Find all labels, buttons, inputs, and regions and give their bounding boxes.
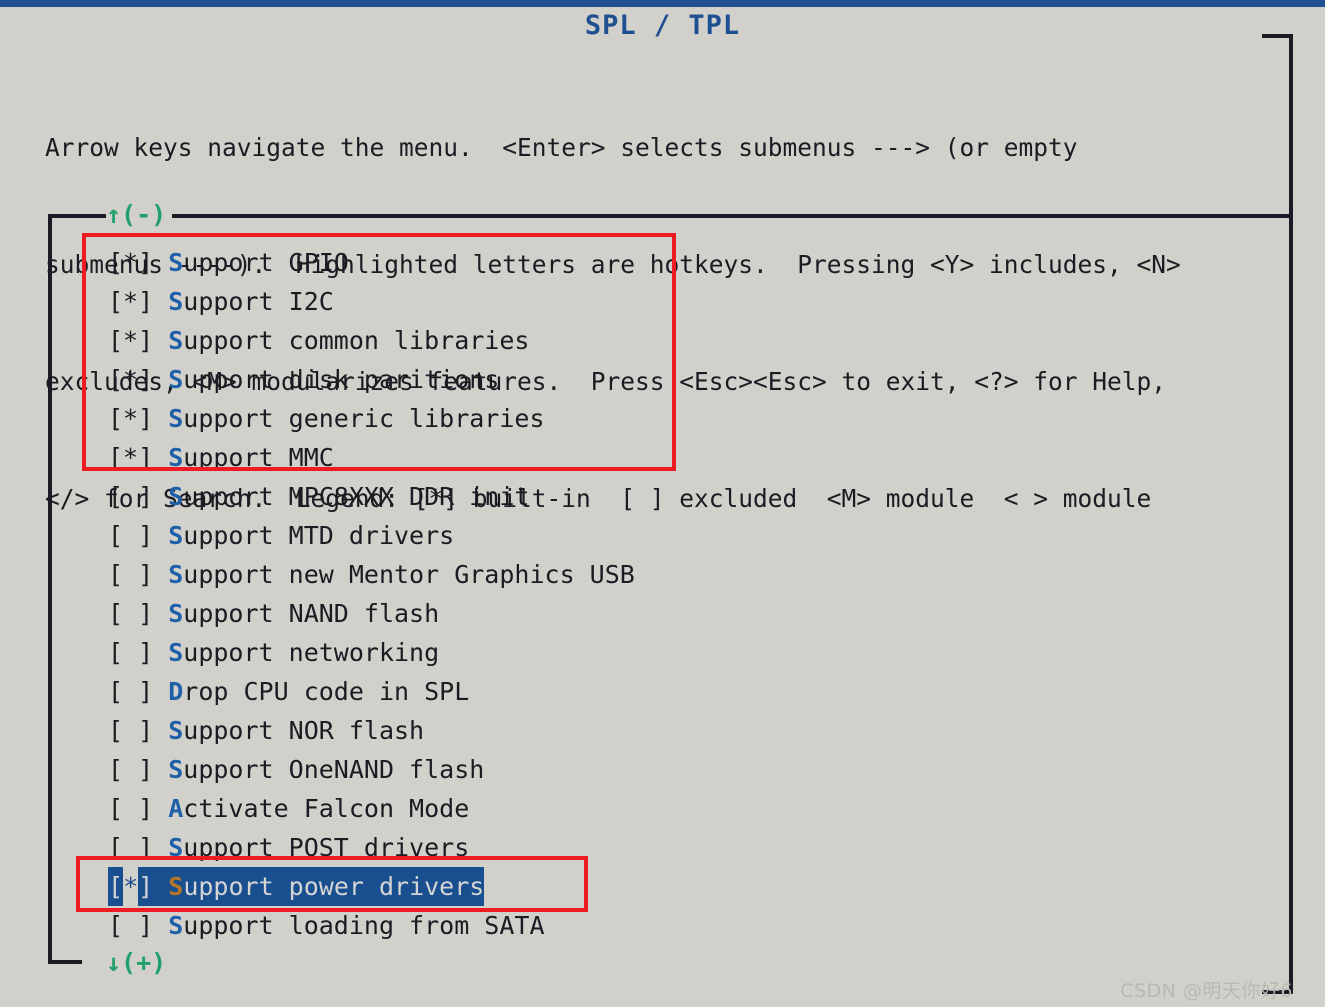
dialog-frame-right-top — [1262, 34, 1293, 38]
checkbox-mark[interactable]: [ ] — [108, 482, 168, 511]
hotkey-letter: S — [168, 482, 184, 511]
menu-item-label: upport networking — [183, 638, 440, 667]
menu-item-row[interactable]: [ ] Support POST drivers — [108, 828, 1258, 867]
checkbox-mark[interactable]: [*] — [108, 365, 168, 394]
checkbox-mark[interactable]: [ ] — [108, 911, 168, 940]
menu-item-label: upport loading from SATA — [183, 911, 545, 940]
menu-item-row[interactable]: [*] Support disk paritions — [108, 360, 1258, 399]
menu-item-label: upport OneNAND flash — [183, 755, 485, 784]
menu-item-row[interactable]: [*] Support GPIO — [108, 243, 1258, 282]
hotkey-letter: S — [168, 867, 184, 906]
checkbox-mark[interactable]: [*] — [108, 287, 168, 316]
hotkey-letter: S — [168, 560, 184, 589]
menu-item-label: upport disk paritions — [183, 365, 500, 394]
page-title: SPL / TPL — [584, 10, 741, 41]
checkbox-mark[interactable]: [ ] — [108, 716, 168, 745]
hotkey-letter: S — [168, 755, 184, 784]
menu-item-row[interactable]: [ ] Support MPC8XXX DDR init — [108, 477, 1258, 516]
menu-frame-left — [48, 214, 52, 964]
hotkey-letter: S — [168, 716, 184, 745]
dialog-frame-right — [1289, 34, 1293, 994]
checkbox-mark: ] — [138, 867, 154, 906]
checkbox-mark[interactable]: [ ] — [108, 638, 168, 667]
menu-item-label: rop CPU code in SPL — [183, 677, 470, 706]
checkbox-mark[interactable]: [*] — [108, 404, 168, 433]
checkbox-mark[interactable]: [ ] — [108, 599, 168, 628]
checkbox-mark[interactable]: [ ] — [108, 521, 168, 550]
menu-item-label: upport NOR flash — [183, 716, 425, 745]
menu-item-label: upport power drivers — [183, 867, 485, 906]
menu-item-row[interactable]: [*] Support power drivers — [108, 867, 1258, 906]
menu-item-row[interactable]: [*] Support common libraries — [108, 321, 1258, 360]
csdn-watermark: CSDN @明天你好6 — [1120, 980, 1293, 1002]
menu-item-row[interactable]: [ ] Support networking — [108, 633, 1258, 672]
menu-item-row[interactable]: [ ] Activate Falcon Mode — [108, 789, 1258, 828]
checkbox-mark[interactable]: [*] — [108, 248, 168, 277]
hotkey-letter: D — [168, 677, 184, 706]
hotkey-letter: S — [168, 833, 184, 862]
hotkey-letter: S — [168, 287, 184, 316]
menu-item-row[interactable]: [*] Support generic libraries — [108, 399, 1258, 438]
menu-item-label: upport new Mentor Graphics USB — [183, 560, 635, 589]
menu-item-row[interactable]: [*] Support MMC — [108, 438, 1258, 477]
menu-item-row[interactable]: [ ] Support NOR flash — [108, 711, 1258, 750]
menu-list: [*] Support GPIO [*] Support I2C [*] Suppo… — [108, 243, 1258, 945]
checkbox-mark[interactable]: [*] — [108, 443, 168, 472]
scroll-up-indicator[interactable]: ↑(-) — [106, 200, 166, 230]
hotkey-letter: S — [168, 638, 184, 667]
menu-item-row[interactable]: [ ] Drop CPU code in SPL — [108, 672, 1258, 711]
help-line-1: Arrow keys navigate the menu. <Enter> se… — [45, 133, 1078, 162]
menu-item-row[interactable]: [ ] Support NAND flash — [108, 594, 1258, 633]
menu-item-label: upport I2C — [183, 287, 334, 316]
menu-item-row[interactable]: [ ] Support new Mentor Graphics USB — [108, 555, 1258, 594]
menu-item-row[interactable]: [*] Support I2C — [108, 282, 1258, 321]
menu-item-label: upport common libraries — [183, 326, 530, 355]
checkbox-mark[interactable]: [ ] — [108, 677, 168, 706]
menu-frame-top — [48, 214, 1293, 218]
menu-item-row[interactable]: [ ] Support loading from SATA — [108, 906, 1258, 945]
checkbox-mark[interactable]: [ ] — [108, 755, 168, 784]
checkbox-mark: [ — [108, 867, 124, 906]
hotkey-letter: S — [168, 443, 184, 472]
menu-item-label: upport MPC8XXX DDR init — [183, 482, 530, 511]
scroll-down-indicator[interactable]: ↓(+) — [106, 948, 166, 978]
checkbox-mark[interactable]: [ ] — [108, 560, 168, 589]
mark-label-gap — [153, 867, 169, 906]
menu-item-label: upport MTD drivers — [183, 521, 455, 550]
hotkey-letter: S — [168, 599, 184, 628]
checkbox-mark[interactable]: [ ] — [108, 833, 168, 862]
checkbox-mark[interactable]: [*] — [108, 326, 168, 355]
top-accent-bar — [0, 0, 1325, 7]
hotkey-letter: S — [168, 911, 184, 940]
checkbox-mark[interactable]: [ ] — [108, 794, 168, 823]
menu-item-row[interactable]: [ ] Support OneNAND flash — [108, 750, 1258, 789]
menu-item-label: upport POST drivers — [183, 833, 470, 862]
menu-item-label: upport GPIO — [183, 248, 349, 277]
menu-item-label: ctivate Falcon Mode — [183, 794, 470, 823]
hotkey-letter: S — [168, 365, 184, 394]
menu-item-label: upport generic libraries — [183, 404, 545, 433]
hotkey-letter: S — [168, 248, 184, 277]
menu-item-row[interactable]: [ ] Support MTD drivers — [108, 516, 1258, 555]
hotkey-letter: S — [168, 326, 184, 355]
menu-item-label: upport MMC — [183, 443, 334, 472]
menu-item-label: upport NAND flash — [183, 599, 440, 628]
hotkey-letter: S — [168, 404, 184, 433]
menuconfig-screen: SPL / TPL Arrow keys navigate the menu. … — [0, 0, 1325, 1007]
cursor-block: * — [123, 867, 139, 906]
hotkey-letter: A — [168, 794, 184, 823]
hotkey-letter: S — [168, 521, 184, 550]
menu-frame-bottom — [48, 960, 82, 964]
